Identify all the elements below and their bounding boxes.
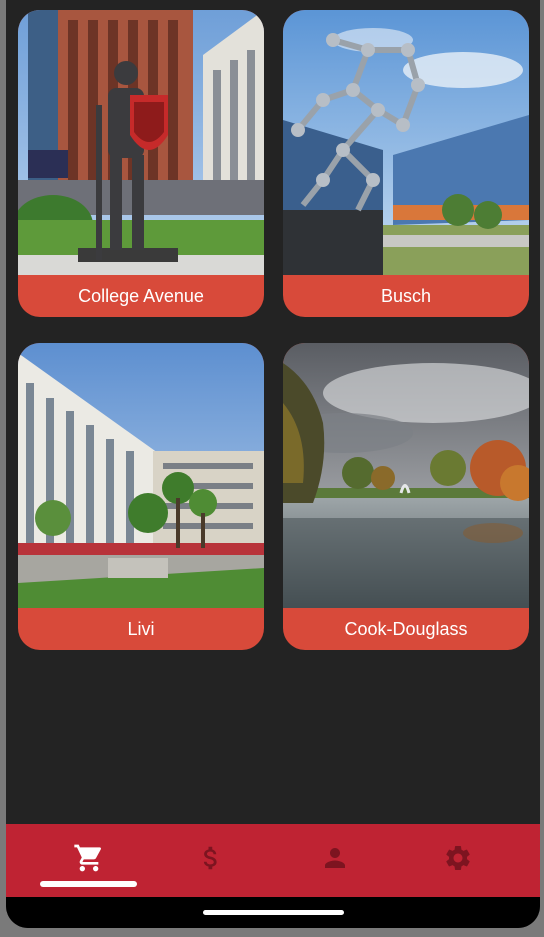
cook-douglass-photo xyxy=(283,343,529,608)
cart-icon xyxy=(73,842,105,879)
nav-settings[interactable] xyxy=(406,824,510,897)
campus-label: Livi xyxy=(127,618,155,639)
dollar-icon xyxy=(196,843,226,878)
campus-label: Busch xyxy=(380,285,432,306)
app-screen: College Avenue Busch Livi Cook-Douglass xyxy=(6,0,540,928)
campus-card-livi[interactable]: Livi xyxy=(18,343,264,650)
college-avenue-photo xyxy=(18,10,264,275)
livi-photo xyxy=(18,343,264,608)
campus-label: College Avenue xyxy=(78,285,204,306)
nav-dollar[interactable] xyxy=(159,824,263,897)
campus-card-cook-douglass[interactable]: Cook-Douglass xyxy=(283,343,529,650)
active-tab-indicator xyxy=(40,881,137,887)
campus-label: Cook-Douglass xyxy=(344,618,468,639)
bottom-navigation xyxy=(6,824,540,897)
gear-icon xyxy=(443,843,473,878)
person-icon xyxy=(320,843,350,878)
campus-card-busch[interactable]: Busch xyxy=(283,10,529,317)
campus-card-college-avenue[interactable]: College Avenue xyxy=(18,10,264,317)
nav-profile[interactable] xyxy=(283,824,387,897)
home-gesture-handle[interactable] xyxy=(203,910,344,915)
busch-photo xyxy=(283,10,529,275)
